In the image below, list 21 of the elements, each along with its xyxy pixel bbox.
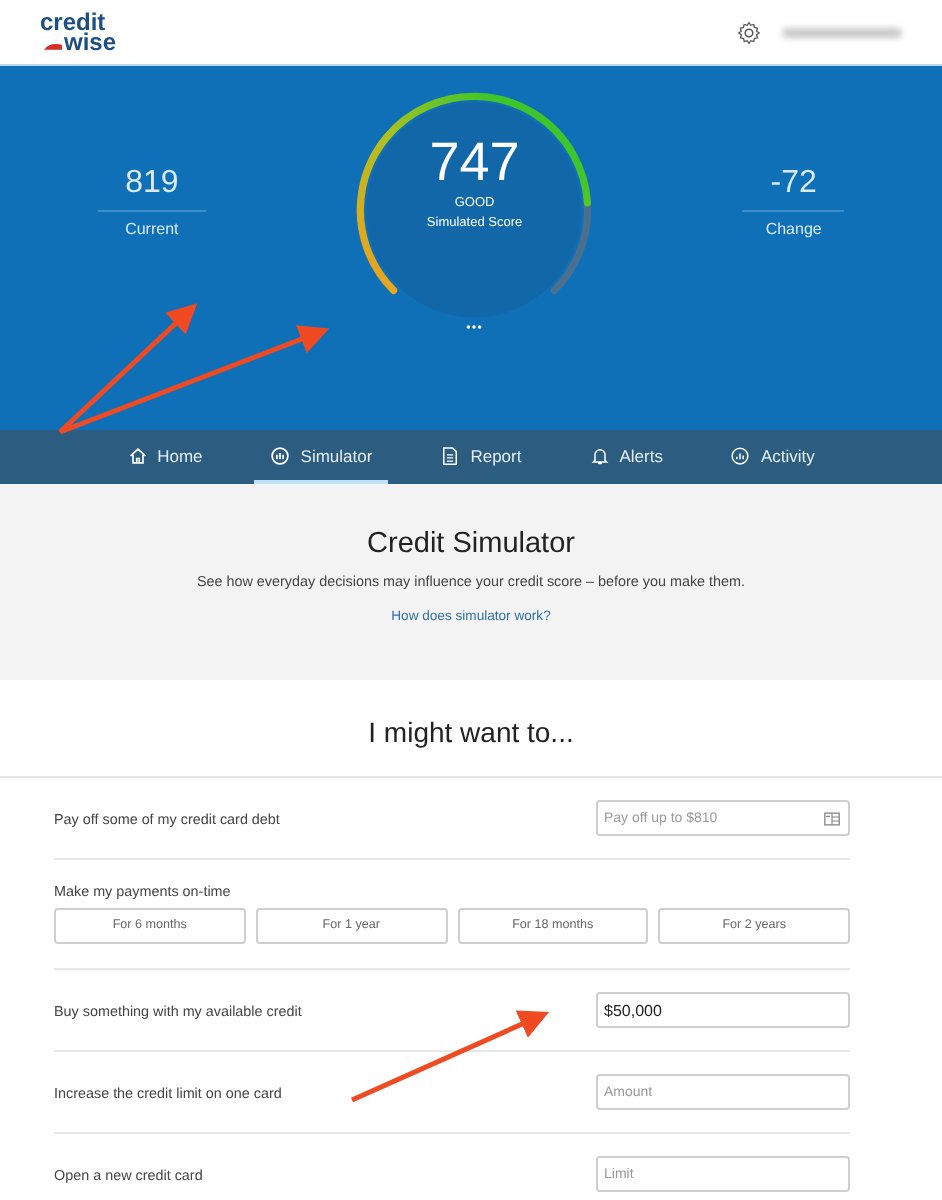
nav-tab[interactable]: Alerts bbox=[573, 430, 679, 484]
home-icon bbox=[127, 445, 148, 465]
change-label: Change bbox=[765, 220, 822, 238]
current-score: 819 bbox=[97, 166, 207, 212]
nav-tab[interactable]: Report bbox=[424, 430, 538, 484]
document-icon bbox=[440, 445, 461, 465]
settings-icon[interactable] bbox=[736, 19, 762, 45]
current-label: Current bbox=[125, 220, 179, 238]
more-icon[interactable] bbox=[466, 324, 483, 330]
chart-icon bbox=[730, 445, 751, 465]
nav-tab[interactable]: Activity bbox=[714, 430, 831, 484]
score-change: -72 bbox=[742, 166, 845, 212]
page-title: Credit Simulator bbox=[367, 528, 575, 560]
logo[interactable]: credit wise bbox=[40, 11, 117, 53]
input-field[interactable]: $50,000 bbox=[596, 992, 850, 1028]
simulated-score: 747 bbox=[429, 134, 520, 194]
nav-tab[interactable]: Home bbox=[111, 430, 219, 484]
bell-icon bbox=[589, 445, 610, 465]
section-title: I might want to... bbox=[366, 716, 576, 748]
calculator-icon[interactable] bbox=[824, 811, 840, 825]
gauge-icon bbox=[270, 445, 291, 465]
